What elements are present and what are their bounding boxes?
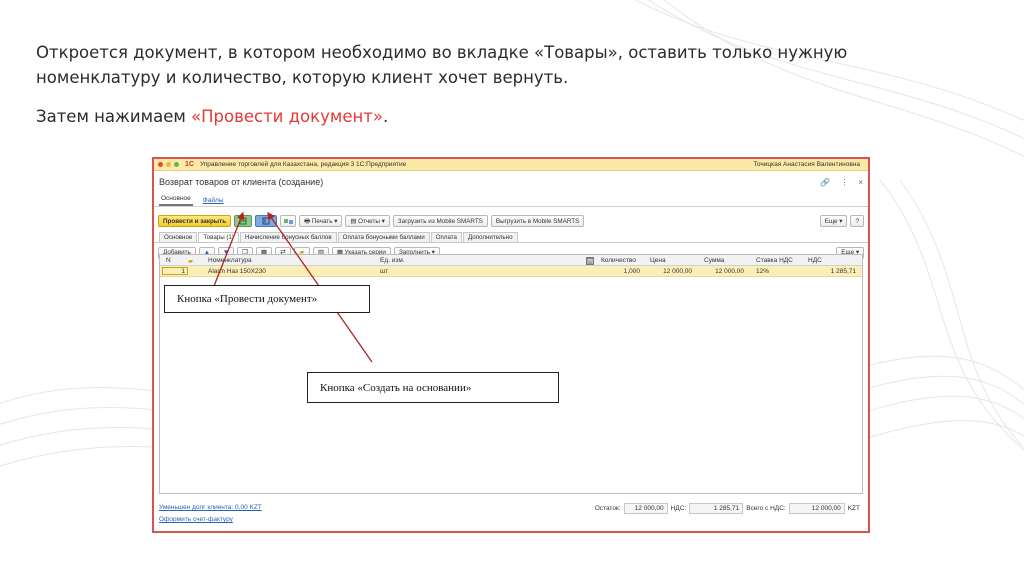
title-bar: 1С Управление торговлей для Казахстана, … [154, 159, 868, 171]
user-name: Точицкая Анастасия Валентиновна [753, 161, 860, 168]
tab-main[interactable]: Основное [159, 193, 193, 206]
vat-label: НДС: [670, 505, 687, 512]
debt-reduced-link[interactable]: Уменьшен долг клиента: 0,00 KZT [159, 504, 262, 511]
document-header: Возврат товаров от клиента (создание) 🔗 … [154, 171, 868, 193]
post-document-button[interactable] [234, 215, 253, 227]
subtab-main[interactable]: Основное [159, 232, 198, 242]
col-unit[interactable]: Ед. изм. [380, 257, 405, 264]
col-nomenclature[interactable]: Номенклатура [208, 257, 252, 264]
subtab-goods[interactable]: Товары (1) [198, 232, 239, 242]
main-toolbar: Провести и закрыть 🖶 Печать ▾ ▤ Отчеты ▾… [154, 212, 868, 230]
minimize-dot-icon[interactable] [166, 162, 171, 167]
subtab-additional[interactable]: Дополнительно [462, 232, 518, 242]
vat-value: 1 285,71 [689, 503, 744, 514]
maximize-dot-icon[interactable] [174, 162, 179, 167]
print-button[interactable]: 🖶 Печать ▾ [299, 215, 343, 227]
more-label: Еще [824, 217, 838, 225]
app-window: 1С Управление торговлей для Казахстана, … [152, 157, 870, 533]
instruction-paragraph: Откроется документ, в котором необходимо… [36, 43, 848, 87]
col-n[interactable]: N [166, 257, 171, 264]
callout-post-document: Кнопка «Провести документ» [164, 285, 370, 313]
subtab-bonus-payment[interactable]: Оплата бонусными баллами [337, 232, 430, 242]
text-suffix: . [382, 107, 389, 126]
row-nomenclature: Alarm Наз 150Х230 [208, 268, 266, 275]
total-label: Всего с НДС: [746, 505, 786, 512]
tab-files[interactable]: Файлы [201, 195, 226, 206]
more-icon[interactable]: ⋮ [840, 178, 848, 187]
row-vat: 1 285,71 [830, 268, 856, 275]
printer-icon: 🖶 [304, 217, 312, 225]
footer-links: Уменьшен долг клиента: 0,00 KZT Оформить… [159, 504, 262, 528]
row-sum: 12 000,00 [715, 268, 744, 275]
col-sum[interactable]: Сумма [704, 257, 724, 264]
structure-icon [283, 218, 293, 224]
text-prefix: Затем нажимаем [36, 107, 192, 126]
col-vat[interactable]: НДС [808, 257, 822, 264]
structure-button[interactable] [280, 215, 297, 227]
reports-icon: ▤ [350, 217, 359, 225]
close-icon[interactable]: × [858, 178, 863, 187]
callout-create-based-on: Кнопка «Создать на основании» [307, 372, 559, 403]
subtab-payment[interactable]: Оплата [430, 232, 462, 242]
row-price: 12 000,00 [663, 268, 692, 275]
total-value: 12 000,00 [788, 503, 845, 514]
col-qty[interactable]: Количество [601, 257, 636, 264]
app-logo: 1С [185, 161, 194, 168]
totals-bar: Остаток: 12 000,00 НДС: 1 285,71 Всего с… [595, 503, 860, 514]
column-settings-icon[interactable]: ▤ [586, 257, 595, 265]
row-vat-rate: 12% [756, 268, 770, 275]
sub-tabs: Основное Товары (1) Начисление бонусных … [154, 231, 868, 243]
document-title: Возврат товаров от клиента (создание) [159, 177, 324, 187]
window-title: Управление торговлей для Казахстана, ред… [199, 161, 407, 168]
folder-col-icon: ▰ [188, 258, 193, 265]
link-icon[interactable]: 🔗 [820, 178, 830, 187]
col-price[interactable]: Цена [650, 257, 666, 264]
issue-invoice-link[interactable]: Оформить счет-фактуру [159, 516, 262, 523]
top-tabs: Основное Файлы [154, 193, 868, 207]
print-label: Печать [311, 217, 333, 225]
row-qty: 1,000 [623, 268, 640, 275]
post-and-close-button[interactable]: Провести и закрыть [158, 215, 232, 227]
instruction-paragraph-2: Затем нажимаем «Провести документ». [36, 104, 936, 129]
slide-text: Откроется документ, в котором необходимо… [36, 40, 936, 129]
help-button[interactable]: ? [850, 215, 864, 227]
subtab-bonus-accrual[interactable]: Начисление бонусных баллов [239, 232, 337, 242]
row-number: 1 [162, 267, 188, 275]
currency-label: KZT [847, 505, 860, 512]
unload-mobile-smarts-button[interactable]: Выгрузить в Mobile SMARTS [490, 215, 585, 227]
close-dot-icon[interactable] [158, 162, 163, 167]
create-based-icon [262, 217, 270, 225]
reports-label: Отчеты [358, 217, 380, 225]
table-row[interactable]: 1 Alarm Наз 150Х230 шт 1,000 12 000,00 1… [160, 266, 862, 277]
accent-text: «Провести документ» [191, 107, 383, 126]
more-button[interactable]: Еще ▾ [819, 215, 848, 227]
row-unit: шт [380, 268, 389, 275]
table-header: N ▰ Номенклатура Ед. изм. ▤ Количество Ц… [160, 255, 862, 266]
balance-label: Остаток: [594, 505, 621, 512]
balance-value: 12 000,00 [623, 503, 668, 514]
load-mobile-smarts-button[interactable]: Загрузить из Mobile SMARTS [392, 215, 488, 227]
post-icon [239, 217, 247, 225]
reports-button[interactable]: ▤ Отчеты ▾ [345, 215, 390, 227]
create-based-on-button[interactable] [255, 215, 278, 227]
col-vat-rate[interactable]: Ставка НДС [756, 257, 793, 264]
